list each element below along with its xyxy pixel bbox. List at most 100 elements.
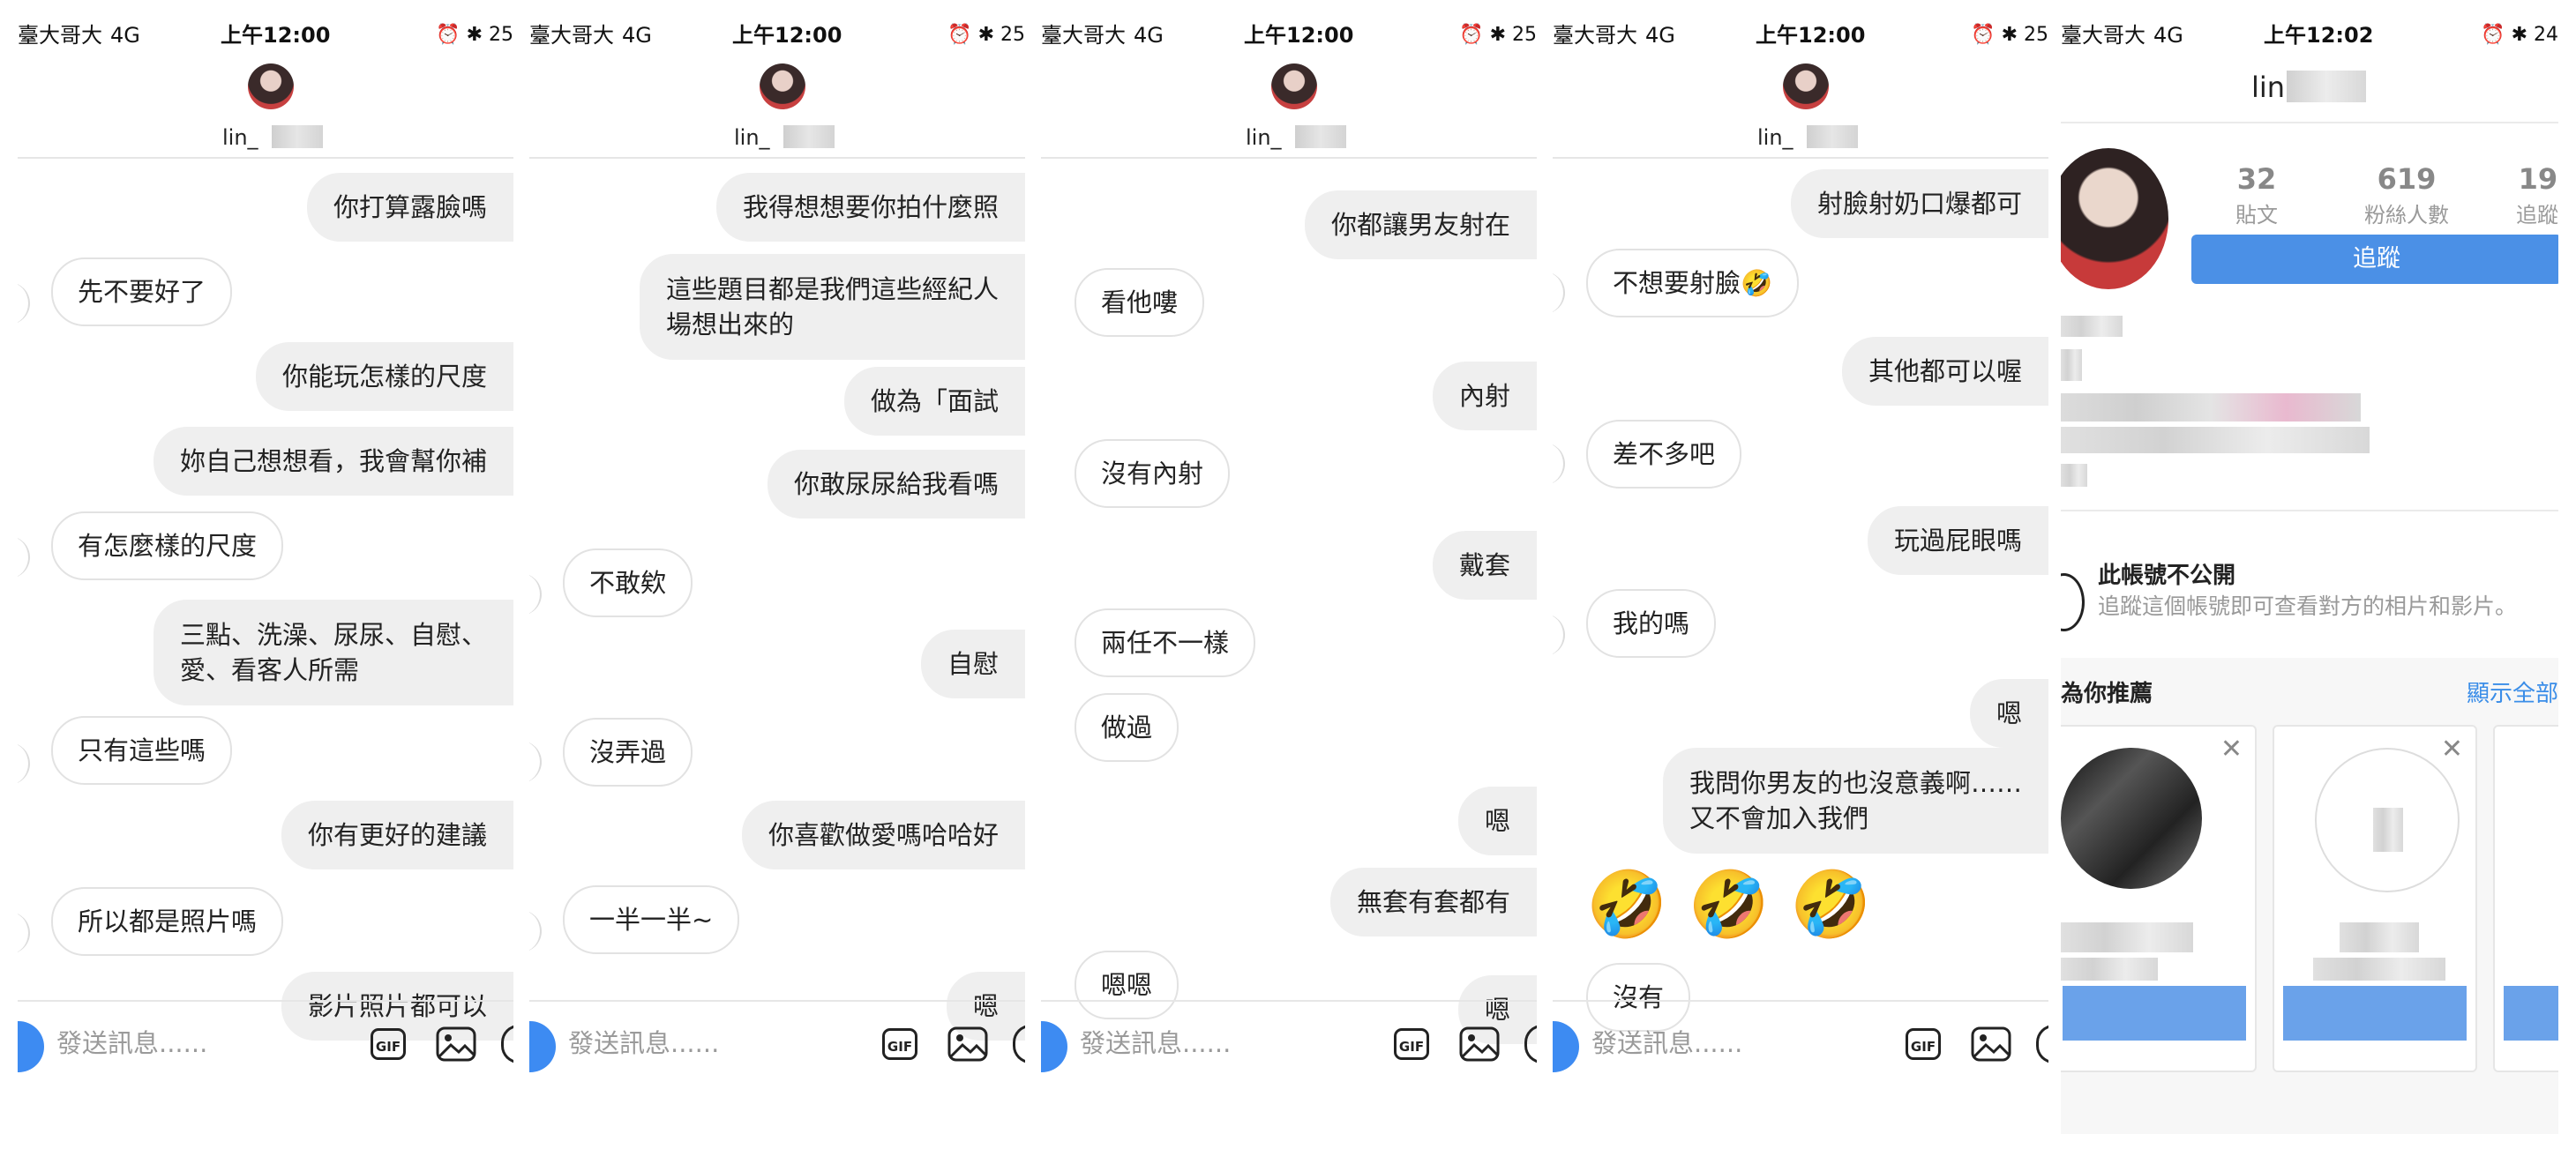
image-icon[interactable] bbox=[1971, 1026, 2011, 1062]
message-bubble-sent: 你能玩怎樣的尺度 bbox=[255, 342, 513, 411]
image-icon[interactable] bbox=[1459, 1026, 1500, 1062]
profile-screenshot: 臺大哥大 4G 上午12:02 ⏰ ✱ 24 lin 32 貼文 619 粉絲人… bbox=[2061, 16, 2558, 1145]
suggestion-card[interactable] bbox=[2493, 725, 2558, 1072]
battery-level: 25 bbox=[2024, 24, 2048, 46]
suggestion-follow-button[interactable] bbox=[2283, 986, 2467, 1041]
message-composer[interactable]: 發送訊息...... GIF bbox=[1553, 1000, 2048, 1078]
chat-username: lin_ bbox=[1757, 125, 1793, 150]
battery-level: 25 bbox=[1000, 24, 1025, 46]
message-composer[interactable]: 發送訊息...... GIF bbox=[18, 1000, 513, 1078]
posts-stat[interactable]: 32 貼文 bbox=[2213, 162, 2301, 228]
message-bubble-sent: 射臉射奶口爆都可 bbox=[1790, 169, 2048, 238]
avatar bbox=[1553, 614, 1565, 656]
message-input[interactable]: 發送訊息...... bbox=[568, 1023, 719, 1060]
camera-icon[interactable] bbox=[1553, 1021, 1579, 1072]
chat-username: lin_ bbox=[222, 125, 258, 150]
gif-icon[interactable]: GIF bbox=[1906, 1028, 1941, 1060]
gif-icon[interactable]: GIF bbox=[882, 1028, 917, 1060]
heart-icon[interactable] bbox=[2036, 1025, 2048, 1063]
message-input[interactable]: 發送訊息...... bbox=[1591, 1023, 1742, 1060]
suggestion-card[interactable]: ✕ bbox=[2273, 725, 2477, 1072]
clock: 上午12:00 bbox=[732, 23, 842, 48]
image-icon[interactable] bbox=[947, 1026, 988, 1062]
avatar[interactable] bbox=[248, 63, 294, 109]
username-blur bbox=[272, 125, 323, 148]
carrier-label: 臺大哥大 bbox=[18, 23, 102, 48]
close-icon[interactable]: ✕ bbox=[2441, 734, 2463, 765]
message-bubble-received: 先不要好了 bbox=[51, 257, 233, 326]
suggestion-follow-button[interactable] bbox=[2504, 986, 2558, 1041]
gif-icon[interactable]: GIF bbox=[371, 1028, 406, 1060]
message-bubble-received: 差不多吧 bbox=[1586, 420, 1742, 489]
carrier-label: 臺大哥大 bbox=[1041, 23, 1126, 48]
message-composer[interactable]: 發送訊息...... GIF bbox=[1041, 1000, 1537, 1078]
heart-icon[interactable] bbox=[1524, 1025, 1537, 1063]
avatar[interactable] bbox=[1271, 63, 1317, 109]
gif-icon[interactable]: GIF bbox=[1394, 1028, 1429, 1060]
message-bubble-sent: 嗯 bbox=[1969, 679, 2048, 748]
message-bubble-received: 不敢欸 bbox=[563, 548, 693, 617]
chat-screenshot-3: 臺大哥大 4G 上午12:00 ⏰ ✱ 25 lin_ 你都讓男友射在 看他嘍 … bbox=[1041, 16, 1537, 1145]
network-label: 4G bbox=[110, 23, 140, 48]
profile-username: lin bbox=[2251, 71, 2286, 104]
followers-stat[interactable]: 619 粉絲人數 bbox=[2345, 162, 2468, 228]
avatar[interactable] bbox=[1783, 63, 1829, 109]
camera-icon[interactable] bbox=[18, 1021, 44, 1072]
avatar bbox=[18, 742, 30, 785]
followers-label: 粉絲人數 bbox=[2364, 203, 2449, 228]
status-bar: 臺大哥大 4G 上午12:00 ⏰ ✱ 25 bbox=[1041, 16, 1537, 55]
close-icon[interactable]: ✕ bbox=[2220, 734, 2243, 765]
clock: 上午12:00 bbox=[1756, 23, 1866, 48]
network-label: 4G bbox=[622, 23, 652, 48]
chat-screenshot-1: 臺大哥大 4G 上午12:00 ⏰ ✱ 25 lin_ 你打算露臉嗎 先不要好了… bbox=[18, 16, 513, 1145]
message-bubble-sent: 你打算露臉嗎 bbox=[306, 173, 513, 242]
heart-icon[interactable] bbox=[501, 1025, 513, 1063]
avatar bbox=[1553, 443, 1565, 485]
followers-count: 619 bbox=[2377, 162, 2437, 196]
message-input[interactable]: 發送訊息...... bbox=[1080, 1023, 1231, 1060]
suggestion-follow-button[interactable] bbox=[2063, 986, 2246, 1041]
status-bar: 臺大哥大 4G 上午12:00 ⏰ ✱ 25 bbox=[529, 16, 1025, 55]
username-blur bbox=[1807, 125, 1858, 148]
suggestion-avatar[interactable] bbox=[2061, 748, 2202, 889]
message-bubble-sent: 你喜歡做愛嗎哈哈好 bbox=[741, 801, 1025, 869]
follow-button[interactable]: 追蹤 bbox=[2191, 235, 2558, 284]
suggestion-name-blur bbox=[2061, 958, 2158, 981]
image-icon[interactable] bbox=[436, 1026, 476, 1062]
camera-icon[interactable] bbox=[529, 1021, 556, 1072]
message-bubble-sent: 這些題目都是我們這些經紀人 場想出來的 bbox=[639, 254, 1025, 360]
following-stat[interactable]: 190 追蹤中 bbox=[2504, 162, 2558, 228]
message-input[interactable]: 發送訊息...... bbox=[56, 1023, 207, 1060]
message-bubble-received: 沒弄過 bbox=[563, 718, 693, 787]
carrier-label: 臺大哥大 bbox=[529, 23, 614, 48]
status-icons: ⏰ ✱ 25 bbox=[1971, 24, 2048, 46]
posts-label: 貼文 bbox=[2235, 203, 2278, 228]
message-bubble-sent: 三點、洗澡、尿尿、自慰、 愛、看客人所需 bbox=[153, 600, 513, 705]
see-all-link[interactable]: 顯示全部 bbox=[2467, 675, 2558, 708]
message-bubble-received: 有怎麼樣的尺度 bbox=[51, 511, 284, 580]
message-bubble-sent: 你都讓男友射在 bbox=[1304, 190, 1537, 259]
heart-icon[interactable] bbox=[1013, 1025, 1025, 1063]
chat-header[interactable]: lin_ bbox=[18, 55, 513, 159]
chat-header[interactable]: lin_ bbox=[529, 55, 1025, 159]
message-bubble-sent: 做為「面試 bbox=[843, 367, 1025, 436]
avatar bbox=[18, 912, 30, 954]
suggestion-name-blur bbox=[2340, 922, 2419, 952]
chat-header[interactable]: lin_ bbox=[1553, 55, 2048, 159]
chat-screenshot-4: 臺大哥大 4G 上午12:00 ⏰ ✱ 25 lin_ 射臉射奶口爆都可 不想要… bbox=[1553, 16, 2048, 1145]
clock: 上午12:00 bbox=[1244, 23, 1354, 48]
avatar[interactable] bbox=[760, 63, 805, 109]
private-account-title: 此帳號不公開 bbox=[2098, 563, 2236, 589]
status-bar: 臺大哥大 4G 上午12:00 ⏰ ✱ 25 bbox=[1553, 16, 2048, 55]
suggestion-name-blur bbox=[2313, 958, 2445, 981]
chat-header[interactable]: lin_ bbox=[1041, 55, 1537, 159]
message-bubble-sent: 無套有套都有 bbox=[1329, 868, 1537, 936]
message-bubble-sent: 我得想想要你拍什麼照 bbox=[715, 173, 1025, 242]
suggestion-card[interactable]: ✕ bbox=[2061, 725, 2257, 1072]
posts-count: 32 bbox=[2236, 162, 2277, 196]
chat-screenshot-2: 臺大哥大 4G 上午12:00 ⏰ ✱ 25 lin_ 我得想想要你拍什麼照 這… bbox=[529, 16, 1025, 1145]
profile-avatar[interactable] bbox=[2061, 148, 2168, 289]
camera-icon[interactable] bbox=[1041, 1021, 1067, 1072]
message-composer[interactable]: 發送訊息...... GIF bbox=[529, 1000, 1025, 1078]
avatar bbox=[529, 910, 542, 952]
